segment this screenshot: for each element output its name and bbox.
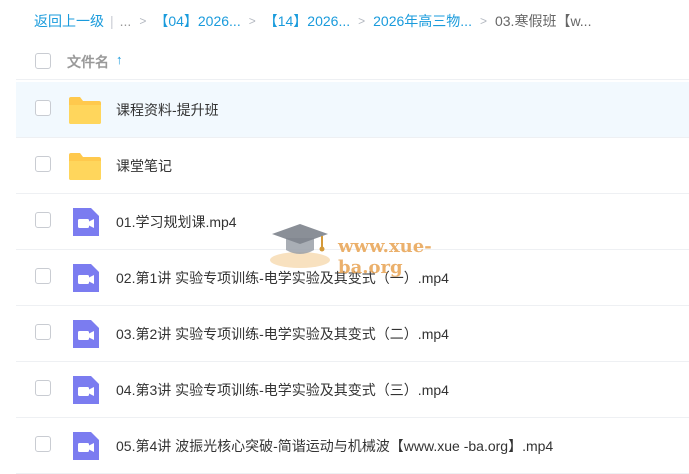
video-file-icon	[67, 374, 103, 406]
file-name[interactable]: 03.第2讲 实验专项训练-电学实验及其变式（二）.mp4	[116, 324, 449, 344]
breadcrumb-item[interactable]: 2026年高三物...	[373, 11, 472, 31]
folder-icon	[67, 150, 103, 182]
file-name[interactable]: 01.学习规划课.mp4	[116, 212, 237, 232]
file-row[interactable]: 02.第1讲 实验专项训练-电学实验及其变式（一）.mp4	[16, 250, 689, 306]
folder-row[interactable]: 课堂笔记	[16, 138, 689, 194]
chevron-right-icon: >	[358, 14, 366, 28]
breadcrumb-item[interactable]: 【14】2026...	[264, 11, 350, 31]
row-checkbox[interactable]	[35, 380, 51, 396]
folder-icon	[67, 94, 103, 126]
row-checkbox[interactable]	[35, 324, 51, 340]
file-name[interactable]: 课程资料-提升班	[116, 100, 219, 120]
row-checkbox[interactable]	[35, 156, 51, 172]
row-checkbox[interactable]	[35, 436, 51, 452]
filename-column-header[interactable]: 文件名	[67, 52, 109, 72]
sort-ascending-icon[interactable]: ↑	[116, 52, 123, 67]
file-name[interactable]: 02.第1讲 实验专项训练-电学实验及其变式（一）.mp4	[116, 268, 449, 288]
breadcrumb-ellipsis[interactable]: ...	[120, 13, 132, 29]
file-list-header: 文件名 ↑	[16, 42, 689, 80]
chevron-right-icon: >	[139, 14, 147, 28]
row-checkbox[interactable]	[35, 212, 51, 228]
chevron-right-icon: >	[248, 14, 256, 28]
file-row[interactable]: 01.学习规划课.mp4	[16, 194, 689, 250]
select-all-checkbox[interactable]	[35, 53, 51, 69]
back-link[interactable]: 返回上一级	[34, 11, 104, 31]
row-checkbox[interactable]	[35, 100, 51, 116]
breadcrumb: 返回上一级 | ... > 【04】2026... > 【14】2026... …	[0, 0, 689, 42]
chevron-right-icon: >	[479, 14, 487, 28]
file-list: 课程资料-提升班 课堂笔记 01.学习规划课.mp4 02.第1讲 实验专项训练-电学…	[16, 82, 689, 474]
video-file-icon	[67, 318, 103, 350]
video-file-icon	[67, 430, 103, 462]
video-file-icon	[67, 206, 103, 238]
breadcrumb-item[interactable]: 【04】2026...	[154, 11, 240, 31]
row-checkbox[interactable]	[35, 268, 51, 284]
file-name[interactable]: 课堂笔记	[116, 156, 172, 176]
file-row[interactable]: 04.第3讲 实验专项训练-电学实验及其变式（三）.mp4	[16, 362, 689, 418]
video-file-icon	[67, 262, 103, 294]
breadcrumb-divider: |	[110, 13, 114, 29]
file-row[interactable]: 05.第4讲 波振光核心突破-简谐运动与机械波【www.xue -ba.org】…	[16, 418, 689, 474]
folder-row[interactable]: 课程资料-提升班	[16, 82, 689, 138]
file-name[interactable]: 04.第3讲 实验专项训练-电学实验及其变式（三）.mp4	[116, 380, 449, 400]
file-name[interactable]: 05.第4讲 波振光核心突破-简谐运动与机械波【www.xue -ba.org】…	[116, 436, 553, 456]
file-row[interactable]: 03.第2讲 实验专项训练-电学实验及其变式（二）.mp4	[16, 306, 689, 362]
breadcrumb-current: 03.寒假班【w...	[494, 13, 592, 29]
